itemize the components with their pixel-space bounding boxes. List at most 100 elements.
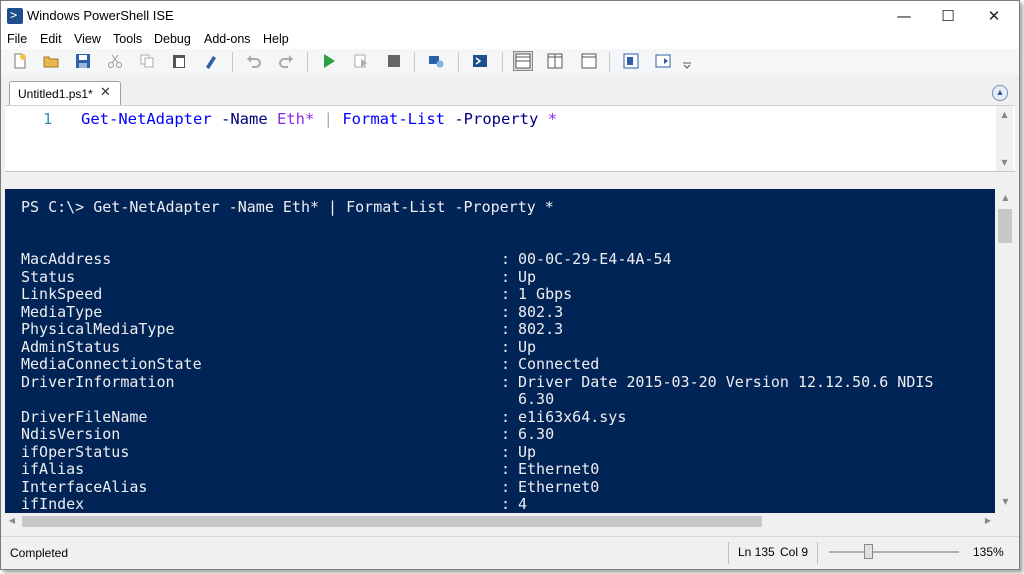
status-divider: [728, 542, 729, 564]
run-script-icon[interactable]: [321, 53, 337, 69]
open-folder-icon[interactable]: [43, 53, 59, 69]
property-separator: :: [501, 477, 511, 496]
stop-icon[interactable]: [386, 53, 402, 69]
scrollbar-thumb[interactable]: [22, 516, 762, 527]
toolbar-separator: [609, 52, 610, 72]
minimize-icon[interactable]: —: [881, 1, 927, 31]
console-vertical-scrollbar[interactable]: ▲ ▼: [995, 189, 1015, 513]
property-separator: :: [501, 355, 511, 373]
scrollbar-thumb[interactable]: [998, 209, 1012, 243]
line-number: 1: [43, 110, 53, 128]
show-script-pane-top-icon[interactable]: [513, 51, 533, 71]
run-selection-icon[interactable]: [353, 53, 369, 69]
menu-edit[interactable]: Edit: [40, 32, 62, 46]
paste-icon[interactable]: [171, 53, 187, 69]
zoom-slider-thumb[interactable]: [864, 544, 873, 559]
maximize-icon[interactable]: ☐: [925, 1, 971, 31]
column-indicator: Col 9: [780, 545, 809, 559]
property-separator: :: [501, 407, 511, 426]
property-separator: :: [501, 425, 511, 443]
property-value: Up: [518, 267, 537, 286]
property-separator: :: [501, 460, 511, 478]
status-divider: [817, 542, 818, 564]
window-title: Windows PowerShell ISE: [27, 8, 174, 23]
collapse-script-pane-icon[interactable]: ▲: [992, 85, 1008, 101]
cut-icon[interactable]: [107, 53, 123, 69]
property-separator: :: [501, 302, 511, 321]
line-indicator: Ln 135: [738, 545, 775, 559]
menu-view[interactable]: View: [74, 32, 101, 46]
menu-add-ons[interactable]: Add-ons: [204, 32, 251, 46]
property-name: DriverInformation: [21, 372, 175, 391]
show-command-addon-icon[interactable]: [655, 53, 671, 69]
menu-tools[interactable]: Tools: [113, 32, 142, 46]
property-separator: :: [501, 285, 511, 303]
tab-close-icon[interactable]: ✕: [100, 85, 111, 100]
menu-bar: File Edit View Tools Debug Add-ons Help: [1, 31, 1019, 49]
zoom-slider-track[interactable]: [829, 551, 959, 553]
scroll-left-icon[interactable]: ◀: [5, 516, 19, 525]
code-token: Format-List: [342, 110, 445, 128]
save-icon[interactable]: [75, 53, 91, 69]
code-token: Get-NetAdapter: [81, 110, 212, 128]
toolbar-separator: [502, 52, 503, 72]
show-command-window-icon[interactable]: [623, 53, 639, 69]
show-script-pane-right-icon[interactable]: [547, 53, 563, 69]
property-value: Ethernet0: [518, 477, 600, 496]
scroll-down-icon[interactable]: ▼: [996, 158, 1013, 167]
property-name: NdisVersion: [21, 425, 121, 443]
copy-icon[interactable]: [139, 53, 155, 69]
start-powershell-icon[interactable]: [472, 53, 488, 69]
show-script-pane-maximized-icon[interactable]: [581, 53, 597, 69]
code-token: -Property: [454, 110, 539, 128]
script-editor[interactable]: 1 Get-NetAdapter -Name Eth* | Format-Lis…: [5, 105, 1015, 172]
scroll-down-icon[interactable]: ▼: [997, 497, 1014, 506]
scroll-up-icon[interactable]: ▲: [996, 110, 1013, 119]
tab-untitled1[interactable]: Untitled1.ps1* ✕: [9, 81, 121, 105]
code-token: *: [547, 110, 558, 128]
title-bar: > Windows PowerShell ISE — ☐ ✕: [1, 1, 1019, 31]
console-pane[interactable]: PS C:\> Get-NetAdapter -Name Eth* | Form…: [5, 189, 995, 513]
property-separator: :: [501, 495, 511, 513]
new-remote-tab-icon[interactable]: [428, 53, 444, 69]
redo-icon[interactable]: [278, 53, 294, 69]
menu-file[interactable]: File: [7, 32, 27, 46]
new-file-icon[interactable]: [12, 53, 28, 69]
editor-code-line[interactable]: Get-NetAdapter -Name Eth* | Format-List …: [81, 110, 557, 128]
editor-vertical-scrollbar[interactable]: ▲ ▼: [996, 106, 1013, 172]
toolbar-overflow-icon[interactable]: [683, 61, 691, 69]
property-value: Up: [518, 337, 537, 356]
close-icon[interactable]: ✕: [971, 1, 1017, 31]
menu-debug[interactable]: Debug: [154, 32, 191, 46]
property-name: InterfaceAlias: [21, 477, 148, 496]
undo-icon[interactable]: [246, 53, 262, 69]
code-token: |: [314, 110, 343, 128]
menu-help[interactable]: Help: [263, 32, 289, 46]
property-name: MediaType: [21, 302, 103, 321]
property-separator: :: [501, 372, 511, 391]
toolbar-separator: [414, 52, 415, 72]
property-name: MediaConnectionState: [21, 355, 202, 373]
property-name: Status: [21, 267, 76, 286]
property-value: 00-0C-29-E4-4A-54: [518, 250, 672, 268]
status-text: Completed: [10, 546, 69, 560]
scroll-right-icon[interactable]: ▶: [981, 516, 995, 525]
property-name: AdminStatus: [21, 337, 121, 356]
toolbar: [1, 49, 1019, 75]
property-value: Driver Date 2015-03-20 Version 12.12.50.…: [518, 372, 934, 391]
toolbar-separator: [458, 52, 459, 72]
clear-console-icon[interactable]: [203, 53, 219, 69]
property-separator: :: [501, 320, 511, 338]
property-name: ifIndex: [21, 495, 85, 513]
toolbar-separator: [307, 52, 308, 72]
property-value-continuation: 6.30: [518, 390, 555, 408]
property-separator: :: [501, 267, 511, 286]
scroll-up-icon[interactable]: ▲: [997, 193, 1014, 202]
pane-splitter[interactable]: [5, 171, 1015, 190]
property-name: ifAlias: [21, 460, 85, 478]
console-horizontal-scrollbar[interactable]: ◀ ▶: [5, 513, 1015, 530]
